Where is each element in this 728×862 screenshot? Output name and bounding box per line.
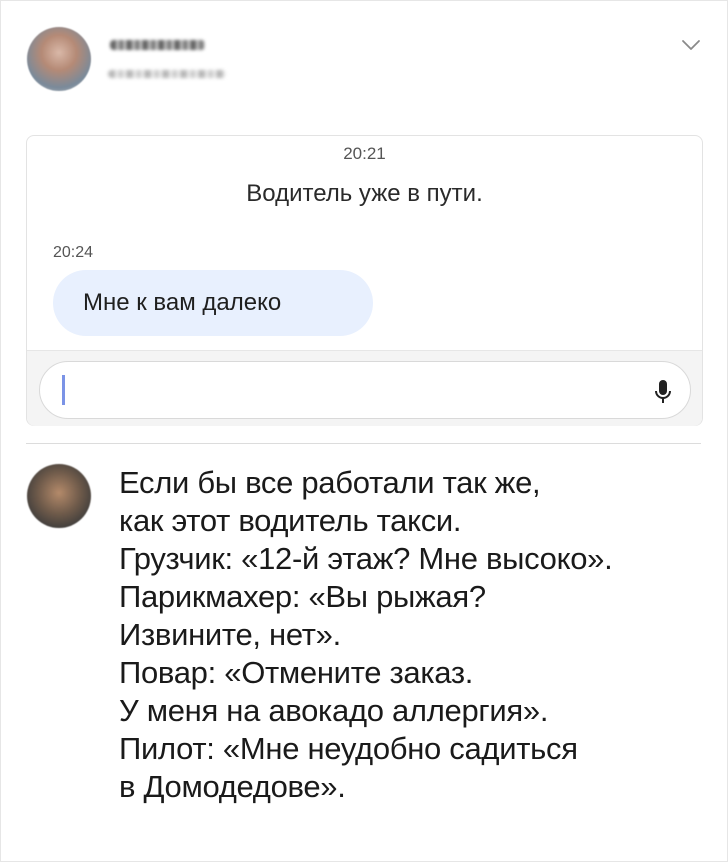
message-input[interactable] [39,361,691,419]
chat-card: 20:21 Водитель уже в пути. 20:24 Мне к в… [26,135,703,426]
comment-line: как этот водитель такси. [119,503,462,538]
divider [26,443,701,444]
comment-line: Извините, нет». [119,617,341,652]
microphone-icon[interactable] [652,378,674,406]
comment-line: в Домодедове». [119,769,346,804]
chat-header [0,0,728,110]
message-timestamp: 20:21 [343,144,386,163]
comment-line: Пилот: «Мне неудобно садиться [119,731,578,766]
system-message: Водитель уже в пути. [246,180,483,207]
chevron-down-icon[interactable] [680,38,702,52]
avatar[interactable] [27,27,91,91]
text-caret [62,375,65,405]
composer-bar [27,350,702,426]
comment-line: У меня на авокадо аллергия». [119,693,549,728]
avatar[interactable] [27,464,91,528]
comment-line: Повар: «Отмените заказ. [119,655,474,690]
chat-bubble-text: Мне к вам далеко [83,289,282,316]
comment-line: Если бы все работали так же, [119,465,541,500]
message-timestamp: 20:24 [53,244,94,261]
chat-bubble: Мне к вам далеко [53,270,373,336]
blurred-contact-name [110,40,205,50]
comment-line: Парикмахер: «Вы рыжая? [119,579,486,614]
comment-line: Грузчик: «12-й этаж? Мне высоко». [119,541,613,576]
blurred-contact-subtitle [108,70,226,78]
comment-text: Если бы все работали так же, как этот во… [119,464,709,806]
